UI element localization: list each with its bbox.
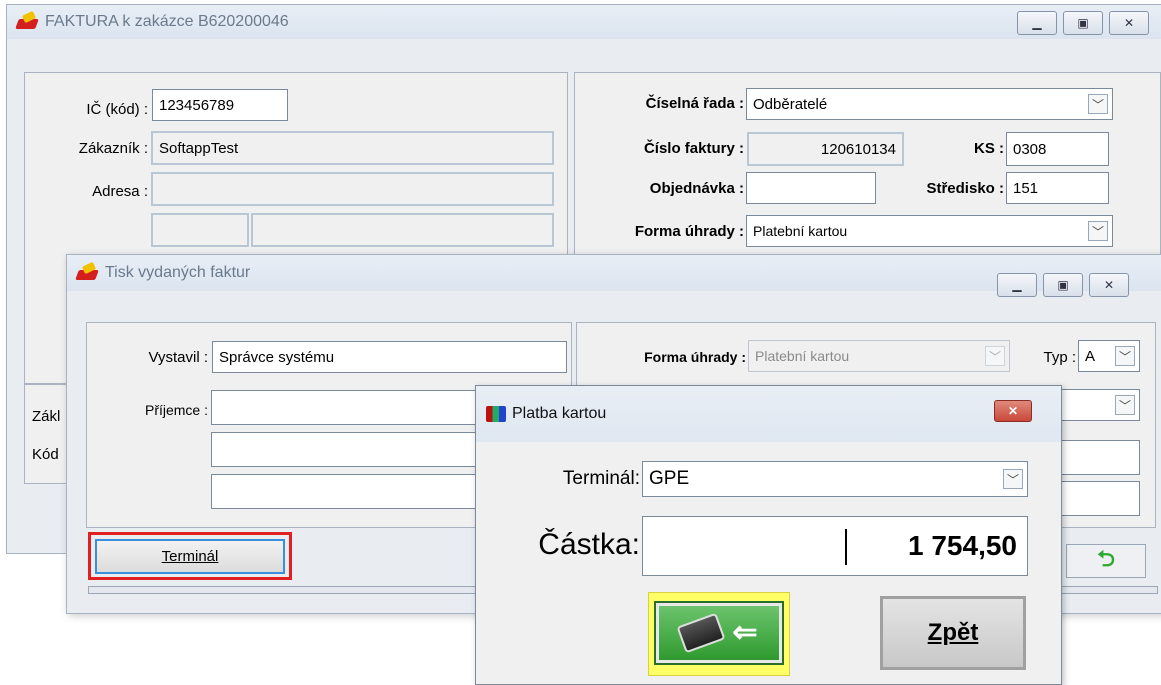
terminal-label: Terminál: xyxy=(562,468,640,489)
objednavka-field[interactable] xyxy=(746,172,876,204)
stredisko-label: Středisko : xyxy=(926,180,1004,197)
card-terminal-icon xyxy=(676,612,726,654)
forma-uhrady-label: Forma úhrady : xyxy=(634,223,744,240)
ks-label: KS : xyxy=(974,140,1004,157)
stredisko-field[interactable]: 151 xyxy=(1006,172,1109,204)
zakl-label: Zákl xyxy=(32,408,61,425)
forma-uhrady-select[interactable]: Platební kartou ﹀ xyxy=(746,215,1113,247)
cislo-faktury-field[interactable]: 120610134 xyxy=(747,132,904,166)
return-arrow-icon: ⮌ xyxy=(1097,546,1115,571)
prijemce-field-3[interactable] xyxy=(211,474,491,509)
prijemce-label: Příjemce : xyxy=(144,402,208,418)
zakaznik-field[interactable]: SoftappTest xyxy=(151,131,554,165)
ciselna-rada-select[interactable]: Odběratelé ﹀ xyxy=(746,88,1113,120)
castka-field[interactable]: 1 754,50 xyxy=(642,516,1028,576)
kod-label: Kód xyxy=(32,446,59,463)
app-icon xyxy=(75,261,99,282)
app-icon xyxy=(15,10,39,31)
adresa-field[interactable] xyxy=(151,172,554,206)
adresa-label: Adresa : xyxy=(92,183,148,200)
faktura-title: FAKTURA k zakázce B620200046 xyxy=(45,13,289,30)
adresa-mesto-field[interactable] xyxy=(251,213,554,247)
chevron-down-icon: ﹀ xyxy=(985,346,1005,366)
chevron-down-icon[interactable]: ﹀ xyxy=(1088,221,1108,241)
castka-label: Částka: xyxy=(538,528,640,561)
typ-label: Typ : xyxy=(1043,349,1076,366)
maximize-button[interactable]: ▣ xyxy=(1063,11,1103,35)
platba-close-button[interactable]: ✕ xyxy=(994,400,1032,422)
typ-select[interactable]: A ﹀ xyxy=(1078,340,1140,372)
chevron-down-icon[interactable]: ﹀ xyxy=(1115,395,1135,415)
close-button[interactable]: ✕ xyxy=(1089,273,1129,297)
tisk-forma-uhrady-select[interactable]: Platební kartou ﹀ xyxy=(748,340,1010,372)
ciselna-rada-label: Číselná řada : xyxy=(645,95,744,112)
zakaznik-label: Zákazník : xyxy=(78,140,148,157)
chevron-down-icon[interactable]: ﹀ xyxy=(1115,346,1135,366)
prijemce-field-1[interactable] xyxy=(211,390,491,425)
pay-button[interactable]: ⇐ xyxy=(654,601,784,665)
adresa-psc-field[interactable] xyxy=(151,213,249,247)
arrow-left-icon: ⇐ xyxy=(732,616,758,649)
vystavil-label: Vystavil : xyxy=(148,349,208,366)
platba-titlebar: Platba kartou xyxy=(476,386,1061,442)
vystavil-field[interactable]: Správce systému xyxy=(212,341,567,373)
maximize-button[interactable]: ▣ xyxy=(1043,273,1083,297)
terminal-select[interactable]: GPE ﹀ xyxy=(642,461,1028,497)
objednavka-label: Objednávka : xyxy=(649,180,744,197)
faktura-titlebar: FAKTURA k zakázce B620200046 xyxy=(7,5,1161,39)
cislo-faktury-label: Číslo faktury : xyxy=(643,140,744,157)
prijemce-field-2[interactable] xyxy=(211,432,491,467)
card-icon xyxy=(486,406,506,422)
close-button[interactable]: ✕ xyxy=(1109,11,1149,35)
zpet-button[interactable]: Zpět xyxy=(880,596,1026,670)
minimize-button[interactable]: ▁ xyxy=(997,273,1037,297)
terminal-button[interactable]: Terminál xyxy=(95,539,285,574)
platba-title: Platba kartou xyxy=(512,405,607,422)
text-cursor xyxy=(845,529,847,565)
return-button[interactable]: ⮌ xyxy=(1066,544,1146,578)
minimize-button[interactable]: ▁ xyxy=(1017,11,1057,35)
ic-field[interactable]: 123456789 xyxy=(152,89,288,121)
ic-label: IČ (kód) : xyxy=(86,101,148,118)
tisk-forma-uhrady-label: Forma úhrady : xyxy=(644,349,746,365)
ks-field[interactable]: 0308 xyxy=(1006,132,1109,166)
chevron-down-icon[interactable]: ﹀ xyxy=(1088,94,1108,114)
chevron-down-icon[interactable]: ﹀ xyxy=(1003,469,1023,489)
tisk-title: Tisk vydaných faktur xyxy=(105,264,251,281)
